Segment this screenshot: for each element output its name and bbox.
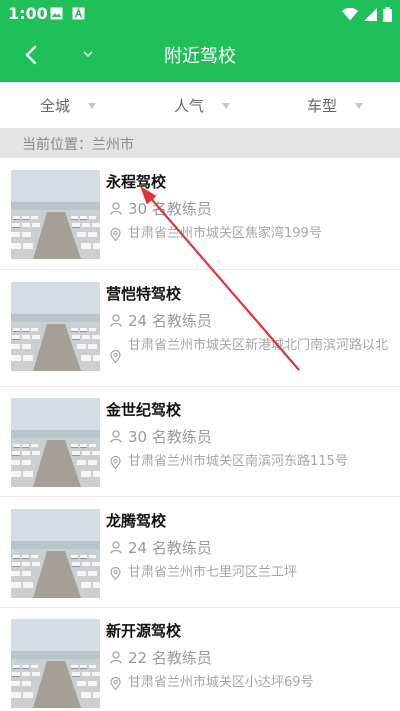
location-pin-icon [110, 677, 121, 690]
signal-icon [364, 7, 377, 21]
school-list-item[interactable]: 新开源驾校 22 名教练员 甘肃省兰州市城关区小达坪69号 [0, 608, 400, 708]
filter-area[interactable]: 全城 [40, 95, 97, 116]
school-thumbnail [11, 398, 100, 487]
school-address-row: 甘肃省兰州市七里河区兰工坪 [110, 563, 392, 583]
school-name: 金世纪驾校 [106, 401, 182, 419]
school-address-row: 甘肃省兰州市城关区新港城北门南滨河路以北 [110, 336, 392, 356]
status-bar: 1:00 [0, 0, 400, 28]
person-icon [110, 314, 122, 327]
school-address-row: 甘肃省兰州市城关区南滨河东路115号 [110, 452, 392, 472]
school-address-row: 甘肃省兰州市城关区小达坪69号 [110, 673, 392, 693]
school-name: 新开源驾校 [106, 622, 182, 640]
coach-count-row: 24 名教练员 [110, 310, 212, 331]
school-address: 甘肃省兰州市城关区南滨河东路115号 [128, 454, 348, 469]
location-pin-icon [110, 456, 121, 469]
school-address-row: 甘肃省兰州市城关区焦家湾199号 [110, 224, 392, 244]
location-pin-icon [110, 228, 121, 241]
coach-count-row: 30 名教练员 [110, 198, 212, 219]
current-location-text: 当前位置：兰州市 [22, 137, 134, 153]
school-thumbnail [11, 282, 100, 371]
filter-vehicle-type-label: 车型 [307, 97, 338, 115]
filter-vehicle-type[interactable]: 车型 [307, 95, 364, 116]
coach-count: 22 名教练员 [128, 649, 212, 667]
battery-icon [383, 6, 392, 22]
triangle-down-icon [355, 102, 364, 109]
school-address: 甘肃省兰州市城关区焦家湾199号 [128, 226, 322, 241]
coach-count: 24 名教练员 [128, 539, 212, 557]
coach-count: 30 名教练员 [128, 200, 212, 218]
driving-school-list: 永程驾校 30 名教练员 甘肃省兰州市城关区焦家湾199号 营恺特驾校 24 名… [0, 158, 400, 708]
person-icon [110, 651, 122, 664]
school-address: 甘肃省兰州市城关区小达坪69号 [128, 675, 314, 690]
coach-count-row: 22 名教练员 [110, 647, 212, 668]
image-notification-icon [50, 7, 63, 20]
school-name: 龙腾驾校 [106, 512, 167, 530]
school-list-item[interactable]: 永程驾校 30 名教练员 甘肃省兰州市城关区焦家湾199号 [0, 158, 400, 270]
filter-popularity-label: 人气 [174, 97, 205, 115]
filter-area-label: 全城 [40, 97, 71, 115]
school-address: 甘肃省兰州市城关区新港城北门南滨河路以北 [128, 338, 389, 353]
school-address: 甘肃省兰州市七里河区兰工坪 [128, 565, 298, 580]
coach-count-row: 24 名教练员 [110, 537, 212, 558]
location-pin-icon [110, 350, 121, 363]
filter-bar: 全城 人气 车型 [0, 82, 400, 128]
coach-count-row: 30 名教练员 [110, 426, 212, 447]
school-list-item[interactable]: 营恺特驾校 24 名教练员 甘肃省兰州市城关区新港城北门南滨河路以北 [0, 270, 400, 387]
triangle-down-icon [222, 102, 231, 109]
wifi-icon [342, 7, 358, 20]
triangle-down-icon [88, 102, 97, 109]
school-thumbnail [11, 619, 100, 708]
school-thumbnail [11, 509, 100, 598]
location-pin-icon [110, 567, 121, 580]
school-list-item[interactable]: 金世纪驾校 30 名教练员 甘肃省兰州市城关区南滨河东路115号 [0, 387, 400, 497]
person-icon [110, 430, 122, 443]
school-name: 永程驾校 [106, 173, 167, 191]
school-thumbnail [11, 170, 100, 259]
school-name: 营恺特驾校 [106, 285, 182, 303]
filter-popularity[interactable]: 人气 [174, 95, 231, 116]
school-list-item[interactable]: 龙腾驾校 24 名教练员 甘肃省兰州市七里河区兰工坪 [0, 497, 400, 608]
person-icon [110, 202, 122, 215]
text-notification-icon [72, 7, 85, 20]
page-title: 附近驾校 [164, 46, 236, 67]
person-icon [110, 541, 122, 554]
coach-count: 24 名教练员 [128, 312, 212, 330]
coach-count: 30 名教练员 [128, 428, 212, 446]
current-location-bar: 当前位置：兰州市 [0, 128, 400, 158]
status-time: 1:00 [8, 4, 48, 23]
app-bar: 附近驾校 [0, 28, 400, 82]
